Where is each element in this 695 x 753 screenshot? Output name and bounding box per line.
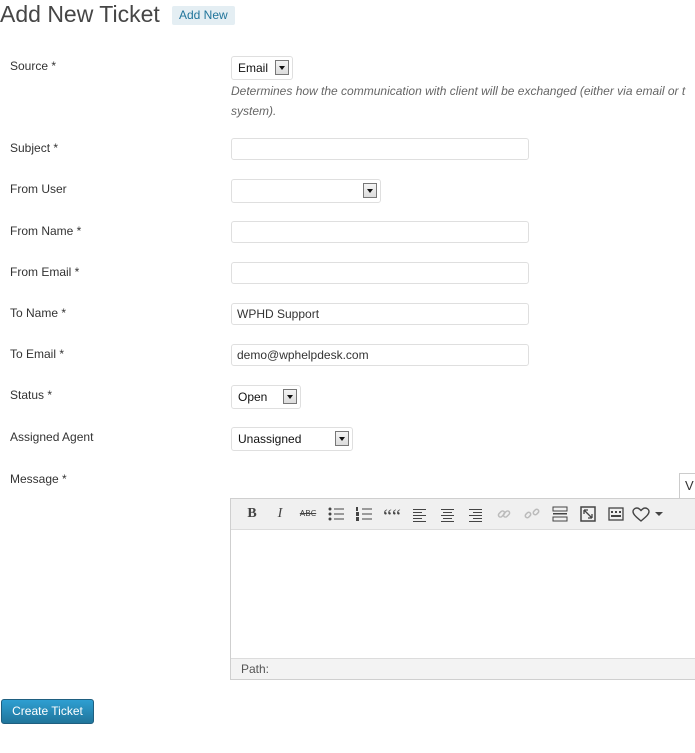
align-center-icon[interactable] — [437, 503, 459, 525]
visual-tab[interactable]: V — [679, 473, 695, 499]
source-label: Source * — [10, 59, 57, 73]
link-icon[interactable] — [493, 503, 515, 525]
from-email-label: From Email * — [10, 265, 80, 279]
kitchen-sink-icon[interactable] — [605, 503, 627, 525]
from-email-input[interactable] — [231, 262, 529, 284]
more-tag-icon[interactable] — [549, 503, 571, 525]
to-email-label: To Email * — [10, 347, 65, 361]
blockquote-icon[interactable]: ““ — [381, 503, 403, 528]
editor-path-bar: Path: — [231, 658, 695, 679]
bold-icon[interactable]: B — [241, 503, 263, 525]
page-title: Add New Ticket — [0, 1, 160, 27]
status-select[interactable]: Open — [231, 385, 301, 409]
italic-icon[interactable]: I — [269, 503, 291, 525]
subject-label: Subject * — [10, 141, 59, 155]
strikethrough-icon[interactable]: ABC — [297, 503, 319, 525]
message-editor[interactable]: B I ABC ““ Path: — [230, 498, 695, 680]
assigned-agent-select-value: Unassigned — [238, 432, 302, 446]
chevron-down-icon[interactable] — [652, 503, 666, 525]
from-name-input[interactable] — [231, 221, 529, 243]
assigned-agent-label: Assigned Agent — [10, 430, 94, 444]
status-select-value: Open — [238, 390, 268, 404]
from-user-select[interactable] — [231, 179, 381, 203]
source-description: Determines how the communication with cl… — [231, 84, 686, 118]
chevron-down-icon — [335, 431, 349, 446]
chevron-down-icon — [363, 183, 377, 198]
heart-icon[interactable] — [631, 503, 651, 525]
to-name-input[interactable]: WPHD Support — [231, 303, 529, 325]
editor-toolbar: B I ABC ““ — [231, 499, 695, 530]
to-name-label: To Name * — [10, 306, 67, 320]
align-left-icon[interactable] — [409, 503, 431, 525]
chevron-down-icon — [283, 389, 297, 404]
create-ticket-button[interactable]: Create Ticket — [1, 699, 94, 724]
from-name-label: From Name * — [10, 224, 82, 238]
from-user-label: From User — [10, 182, 67, 196]
add-new-button[interactable]: Add New — [172, 6, 235, 25]
source-select[interactable]: Email — [231, 56, 293, 80]
align-right-icon[interactable] — [465, 503, 487, 525]
subject-input[interactable] — [231, 138, 529, 160]
unlink-icon[interactable] — [521, 503, 543, 525]
fullscreen-icon[interactable] — [577, 503, 599, 525]
status-label: Status * — [10, 388, 53, 402]
to-email-input[interactable]: demo@wphelpdesk.com — [231, 344, 529, 366]
assigned-agent-select[interactable]: Unassigned — [231, 427, 353, 451]
numbered-list-icon[interactable] — [353, 503, 375, 525]
source-select-value: Email — [238, 61, 269, 75]
bullet-list-icon[interactable] — [325, 503, 347, 525]
message-label: Message * — [10, 472, 67, 486]
chevron-down-icon — [275, 60, 289, 75]
